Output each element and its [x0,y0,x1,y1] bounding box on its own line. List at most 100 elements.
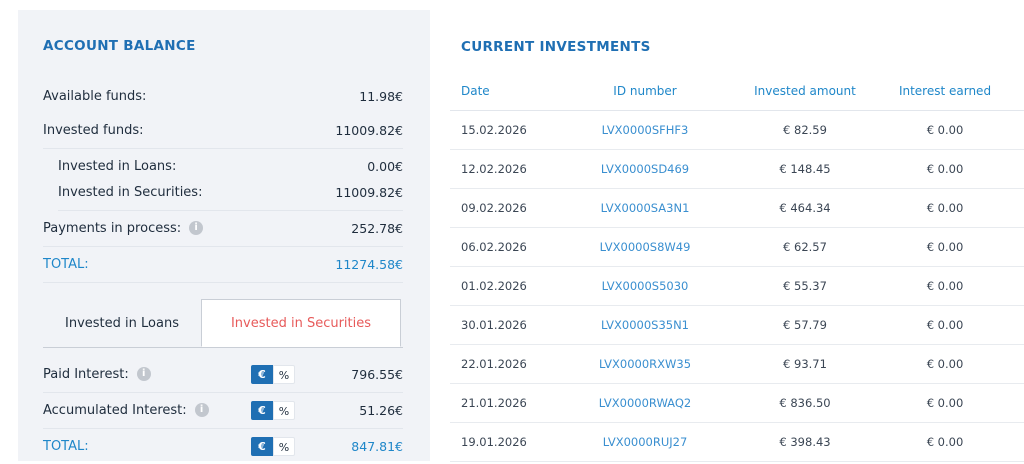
cell-date: 09.02.2026 [461,201,527,215]
paid-interest-label: Paid Interest: [43,366,129,382]
cell-interest-earned: € 0.00 [926,123,964,137]
accumulated-interest-label: Accumulated Interest: [43,402,187,418]
cell-invested-amount: € 398.43 [779,435,831,449]
cell-date: 19.01.2026 [461,435,527,449]
table-row: 19.01.2026 LVX0000RUJ27 € 398.43 € 0.00 [450,423,1024,462]
investment-tabs: Invested in Loans Invested in Securities [43,299,403,348]
invested-loans-value: 0.00€ [367,158,403,174]
table-row: 12.02.2026 LVX0000SD469 € 148.45 € 0.00 [450,150,1024,189]
invested-securities-label: Invested in Securities: [58,184,203,200]
cell-invested-amount: € 464.34 [779,201,831,215]
percent-toggle-button[interactable]: % [273,400,295,420]
euro-toggle-button[interactable]: € [251,364,273,384]
paid-interest-label-wrap: Paid Interest: i [43,367,251,382]
accumulated-interest-row: Accumulated Interest: i € % 51.26€ [43,392,403,429]
cell-id-link[interactable]: LVX0000S5030 [555,279,735,293]
table-body: 15.02.2026 LVX0000SFHF3 € 82.59 € 0.00 12.02… [450,111,1024,462]
cell-date: 01.02.2026 [461,279,527,293]
account-balance-title: ACCOUNT BALANCE [43,38,196,54]
cell-interest-earned: € 0.00 [926,162,964,176]
column-header-id: ID number [613,84,677,98]
table-row: 01.02.2026 LVX0000S5030 € 55.37 € 0.00 [450,267,1024,306]
payments-in-process-value: 252.78€ [351,220,403,236]
cell-interest-earned: € 0.00 [926,318,964,332]
cell-interest-earned: € 0.00 [926,240,964,254]
tab-invested-in-securities[interactable]: Invested in Securities [201,299,401,347]
cell-invested-amount: € 148.45 [779,162,831,176]
info-icon[interactable]: i [194,403,209,417]
balance-total-row: TOTAL: 11274.58€ [43,246,403,283]
tab-invested-in-loans[interactable]: Invested in Loans [43,299,201,347]
euro-toggle-button[interactable]: € [251,400,273,420]
invested-funds-value: 11009.82€ [335,122,403,138]
cell-date: 15.02.2026 [461,123,527,137]
cell-invested-amount: € 62.57 [783,240,827,254]
interest-total-row: TOTAL: € % 847.81€ [43,428,403,464]
accumulated-interest-label-wrap: Accumulated Interest: i [43,403,251,418]
table-header: Date ID number Invested amount Interest … [450,72,1024,111]
available-funds-label: Available funds: [43,88,147,104]
currency-percent-toggle: € % [251,364,295,384]
currency-percent-toggle: € % [251,400,295,420]
payments-in-process-row: Payments in process: i 252.78€ [43,210,403,247]
cell-interest-earned: € 0.00 [926,357,964,371]
cell-date: 06.02.2026 [461,240,527,254]
currency-percent-toggle: € % [251,436,295,456]
interest-total-label-wrap: TOTAL: [43,439,251,454]
info-icon[interactable]: i [136,367,151,381]
cell-id-link[interactable]: LVX0000RWAQ2 [555,396,735,410]
invested-securities-row: Invested in Securities: 11009.82€ [58,174,403,211]
cell-date: 22.01.2026 [461,357,527,371]
cell-invested-amount: € 82.59 [783,123,827,137]
cell-id-link[interactable]: LVX0000SD469 [555,162,735,176]
cell-interest-earned: € 0.00 [926,396,964,410]
table-row: 06.02.2026 LVX0000S8W49 € 62.57 € 0.00 [450,228,1024,267]
cell-id-link[interactable]: LVX0000RUJ27 [555,435,735,449]
cell-interest-earned: € 0.00 [926,279,964,293]
cell-date: 30.01.2026 [461,318,527,332]
balance-total-value: 11274.58€ [335,256,403,272]
available-funds-row: Available funds: 11.98€ [43,78,403,114]
paid-interest-row: Paid Interest: i € % 796.55€ [43,356,403,393]
invested-funds-label: Invested funds: [43,122,144,138]
cell-date: 12.02.2026 [461,162,527,176]
payments-in-process-label-wrap: Payments in process: i [43,220,204,236]
table-row: 22.01.2026 LVX0000RXW35 € 93.71 € 0.00 [450,345,1024,384]
cell-id-link[interactable]: LVX0000S35N1 [555,318,735,332]
investments-table: Date ID number Invested amount Interest … [450,72,1024,462]
table-row: 09.02.2026 LVX0000SA3N1 € 464.34 € 0.00 [450,189,1024,228]
cell-interest-earned: € 0.00 [926,435,964,449]
percent-toggle-button[interactable]: % [273,364,295,384]
cell-id-link[interactable]: LVX0000S8W49 [555,240,735,254]
available-funds-value: 11.98€ [359,88,403,104]
cell-invested-amount: € 57.79 [783,318,827,332]
cell-id-link[interactable]: LVX0000SFHF3 [555,123,735,137]
cell-invested-amount: € 55.37 [783,279,827,293]
euro-toggle-button[interactable]: € [251,436,273,456]
percent-toggle-button[interactable]: % [273,436,295,456]
interest-total-value: 847.81€ [351,438,403,454]
cell-invested-amount: € 836.50 [779,396,831,410]
cell-interest-earned: € 0.00 [926,201,964,215]
paid-interest-value: 796.55€ [351,366,403,382]
table-row: 21.01.2026 LVX0000RWAQ2 € 836.50 € 0.00 [450,384,1024,423]
table-row: 15.02.2026 LVX0000SFHF3 € 82.59 € 0.00 [450,111,1024,150]
cell-invested-amount: € 93.71 [783,357,827,371]
invested-securities-value: 11009.82€ [335,184,403,200]
column-header-interest: Interest earned [898,84,992,98]
column-header-invested: Invested amount [754,84,856,98]
interest-total-label: TOTAL: [43,438,89,454]
balance-total-label: TOTAL: [43,256,89,272]
invested-funds-row: Invested funds: 11009.82€ [43,112,403,149]
payments-in-process-label: Payments in process: [43,220,182,236]
account-balance-panel: ACCOUNT BALANCE Available funds: 11.98€ … [18,10,430,461]
table-row: 30.01.2026 LVX0000S35N1 € 57.79 € 0.00 [450,306,1024,345]
info-icon[interactable]: i [189,221,204,235]
current-investments-title: CURRENT INVESTMENTS [461,39,651,55]
cell-id-link[interactable]: LVX0000RXW35 [555,357,735,371]
accumulated-interest-value: 51.26€ [359,402,403,418]
invested-loans-label: Invested in Loans: [58,158,177,174]
cell-date: 21.01.2026 [461,396,527,410]
cell-id-link[interactable]: LVX0000SA3N1 [555,201,735,215]
column-header-date: Date [461,84,490,98]
